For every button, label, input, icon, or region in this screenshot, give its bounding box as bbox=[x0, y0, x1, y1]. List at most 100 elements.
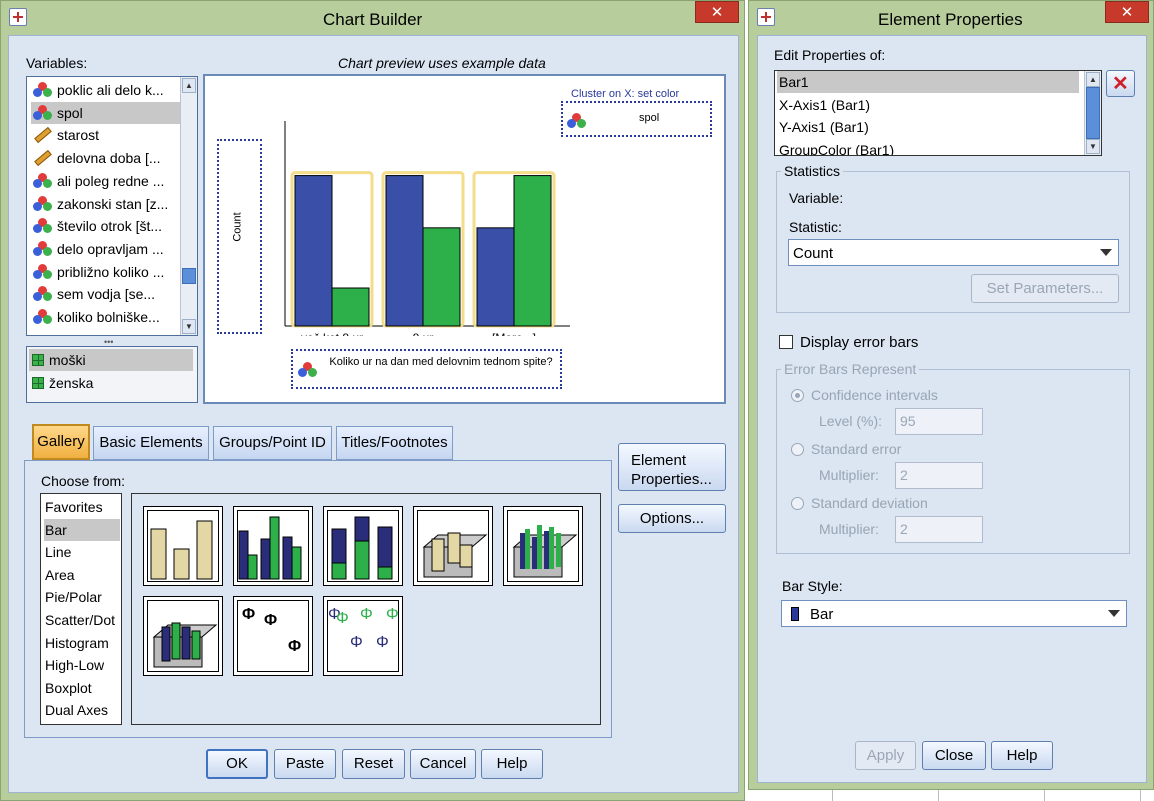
statistic-dropdown[interactable]: Count bbox=[788, 239, 1119, 266]
element-properties-button[interactable]: Element Properties... bbox=[618, 443, 726, 491]
elements-scrollbar[interactable]: ▲ ▼ bbox=[1084, 71, 1101, 155]
chart-type-item[interactable]: Histogram bbox=[44, 632, 120, 655]
svg-text:Φ: Φ bbox=[336, 610, 349, 627]
chart-type-list[interactable]: Favorites Bar Line Area Pie/Polar Scatter/Dot… bbox=[40, 493, 122, 725]
variables-list[interactable]: poklic ali delo k... spol starost delovna d… bbox=[26, 76, 198, 336]
chart-type-item[interactable]: High-Low bbox=[44, 654, 120, 677]
set-parameters-button[interactable]: Set Parameters... bbox=[971, 274, 1119, 303]
scroll-up-arrow[interactable]: ▲ bbox=[1086, 72, 1100, 87]
variable-item[interactable]: ali poleg redne ... bbox=[31, 170, 181, 192]
nominal-variable-icon bbox=[33, 104, 53, 121]
tab-gallery[interactable]: Gallery bbox=[32, 424, 90, 460]
tab-basic-elements[interactable]: Basic Elements bbox=[93, 426, 209, 460]
variable-item[interactable]: delovna doba [... bbox=[31, 147, 181, 169]
variables-label: Variables: bbox=[26, 55, 88, 71]
standard-deviation-radio[interactable] bbox=[791, 497, 804, 510]
apply-button[interactable]: Apply bbox=[855, 741, 916, 770]
nominal-variable-icon bbox=[33, 309, 53, 325]
variable-item[interactable]: približno koliko ... bbox=[31, 261, 181, 283]
clustered-bar-thumbnail[interactable] bbox=[233, 506, 313, 586]
level-input[interactable]: 95 bbox=[895, 408, 983, 435]
chart-type-item[interactable]: Pie/Polar bbox=[44, 586, 120, 609]
cluster-drop-zone[interactable]: spol bbox=[561, 101, 712, 137]
se-multiplier-input[interactable]: 2 bbox=[895, 462, 983, 489]
chart-builder-titlebar[interactable]: Chart Builder ✕ bbox=[1, 1, 744, 35]
variable-item[interactable]: koliko bolniške... bbox=[31, 306, 181, 328]
sd-multiplier-input[interactable]: 2 bbox=[895, 516, 983, 543]
confidence-intervals-radio[interactable] bbox=[791, 389, 804, 402]
element-properties-close-button[interactable]: ✕ bbox=[1105, 1, 1149, 23]
categories-list[interactable]: moški ženska bbox=[26, 346, 198, 403]
y-axis-drop-zone[interactable]: Count bbox=[217, 139, 262, 334]
variable-item[interactable]: sem vodja [se... bbox=[31, 283, 181, 305]
display-error-bars-label[interactable]: Display error bars bbox=[800, 334, 918, 351]
ok-button[interactable]: OK bbox=[206, 749, 268, 779]
chart-type-item[interactable]: Bar bbox=[44, 518, 120, 542]
3d-bar-thumbnail[interactable] bbox=[413, 506, 493, 586]
3d-clustered-bar-thumbnail[interactable] bbox=[503, 506, 583, 586]
chart-preview-canvas[interactable]: Count Cluster on X: set color spol več k… bbox=[203, 74, 726, 404]
x-axis-variable-label: Koliko ur na dan med delovnim tednom spi… bbox=[329, 356, 553, 368]
scroll-down-arrow[interactable]: ▼ bbox=[182, 319, 196, 334]
category-item[interactable]: moški bbox=[29, 349, 193, 371]
variable-label: ali poleg redne ... bbox=[57, 172, 165, 189]
bar-style-dropdown[interactable]: Bar bbox=[781, 600, 1127, 627]
help-button[interactable]: Help bbox=[991, 741, 1053, 770]
standard-error-radio[interactable] bbox=[791, 443, 804, 456]
variable-label: približno koliko ... bbox=[57, 263, 165, 280]
chart-builder-close-button[interactable]: ✕ bbox=[695, 1, 739, 23]
choose-from-label: Choose from: bbox=[41, 473, 126, 489]
clustered-error-bar-thumbnail[interactable]: ΦΦΦΦΦΦ bbox=[323, 596, 403, 676]
standard-deviation-label[interactable]: Standard deviation bbox=[811, 495, 928, 511]
variables-scrollbar[interactable]: ▲ ▼ bbox=[180, 77, 197, 335]
bar bbox=[385, 175, 424, 327]
element-item[interactable]: Y-Axis1 (Bar1) bbox=[777, 116, 1079, 138]
chart-type-item[interactable]: Scatter/Dot bbox=[44, 609, 120, 632]
confidence-intervals-label[interactable]: Confidence intervals bbox=[811, 387, 938, 403]
chart-type-item[interactable]: Line bbox=[44, 541, 120, 564]
chart-type-item[interactable]: Favorites bbox=[44, 496, 120, 519]
standard-error-label[interactable]: Standard error bbox=[811, 441, 901, 457]
elements-list[interactable]: Bar1 X-Axis1 (Bar1) Y-Axis1 (Bar1) GroupCol… bbox=[774, 70, 1102, 156]
chart-type-item[interactable]: Area bbox=[44, 564, 120, 587]
help-button[interactable]: Help bbox=[481, 749, 543, 779]
bar bbox=[476, 227, 515, 327]
delete-element-button[interactable]: ✕ bbox=[1106, 70, 1135, 97]
chart-type-item[interactable]: Dual Axes bbox=[44, 699, 120, 722]
element-item[interactable]: GroupColor (Bar1) bbox=[777, 139, 1079, 156]
element-item[interactable]: X-Axis1 (Bar1) bbox=[777, 94, 1079, 116]
display-error-bars-checkbox[interactable] bbox=[779, 335, 793, 349]
tab-titles-footnotes[interactable]: Titles/Footnotes bbox=[336, 426, 453, 460]
y-axis-label: Count bbox=[231, 212, 244, 242]
svg-text:Φ: Φ bbox=[376, 634, 389, 651]
tab-groups-point-id[interactable]: Groups/Point ID bbox=[213, 426, 332, 460]
scroll-up-arrow[interactable]: ▲ bbox=[182, 78, 196, 93]
variable-label: zakonski stan [z... bbox=[57, 195, 169, 212]
error-bars-title: Error Bars Represent bbox=[781, 361, 920, 377]
reset-button[interactable]: Reset bbox=[342, 749, 405, 779]
3d-stacked-bar-thumbnail[interactable] bbox=[143, 596, 223, 676]
cancel-button[interactable]: Cancel bbox=[410, 749, 476, 779]
variable-item[interactable]: delo opravljam ... bbox=[31, 238, 181, 260]
options-button[interactable]: Options... bbox=[618, 504, 726, 533]
variable-item[interactable]: zakonski stan [z... bbox=[31, 193, 181, 215]
close-button[interactable]: Close bbox=[922, 741, 986, 770]
scroll-down-arrow[interactable]: ▼ bbox=[1086, 139, 1100, 154]
stacked-bar-thumbnail[interactable] bbox=[323, 506, 403, 586]
paste-button[interactable]: Paste bbox=[274, 749, 336, 779]
category-item[interactable]: ženska bbox=[29, 372, 193, 394]
scale-variable-icon bbox=[34, 150, 52, 167]
variable-item[interactable]: spol bbox=[31, 101, 181, 124]
simple-error-bar-thumbnail[interactable]: ΦΦΦ bbox=[233, 596, 313, 676]
x-axis-drop-zone[interactable]: Koliko ur na dan med delovnim tednom spi… bbox=[291, 349, 562, 389]
variable-item[interactable]: poklic ali delo k... bbox=[31, 79, 181, 101]
element-properties-titlebar[interactable]: Element Properties ✕ bbox=[749, 1, 1153, 35]
simple-bar-thumbnail[interactable] bbox=[143, 506, 223, 586]
element-item[interactable]: Bar1 bbox=[777, 71, 1079, 93]
variable-item[interactable]: število otrok [št... bbox=[31, 215, 181, 237]
scroll-thumb[interactable] bbox=[182, 268, 196, 284]
chart-type-item[interactable]: Boxplot bbox=[44, 677, 120, 700]
chevron-down-icon bbox=[1100, 249, 1112, 256]
variable-item[interactable]: starost bbox=[31, 124, 181, 146]
scroll-thumb[interactable] bbox=[1086, 87, 1100, 139]
